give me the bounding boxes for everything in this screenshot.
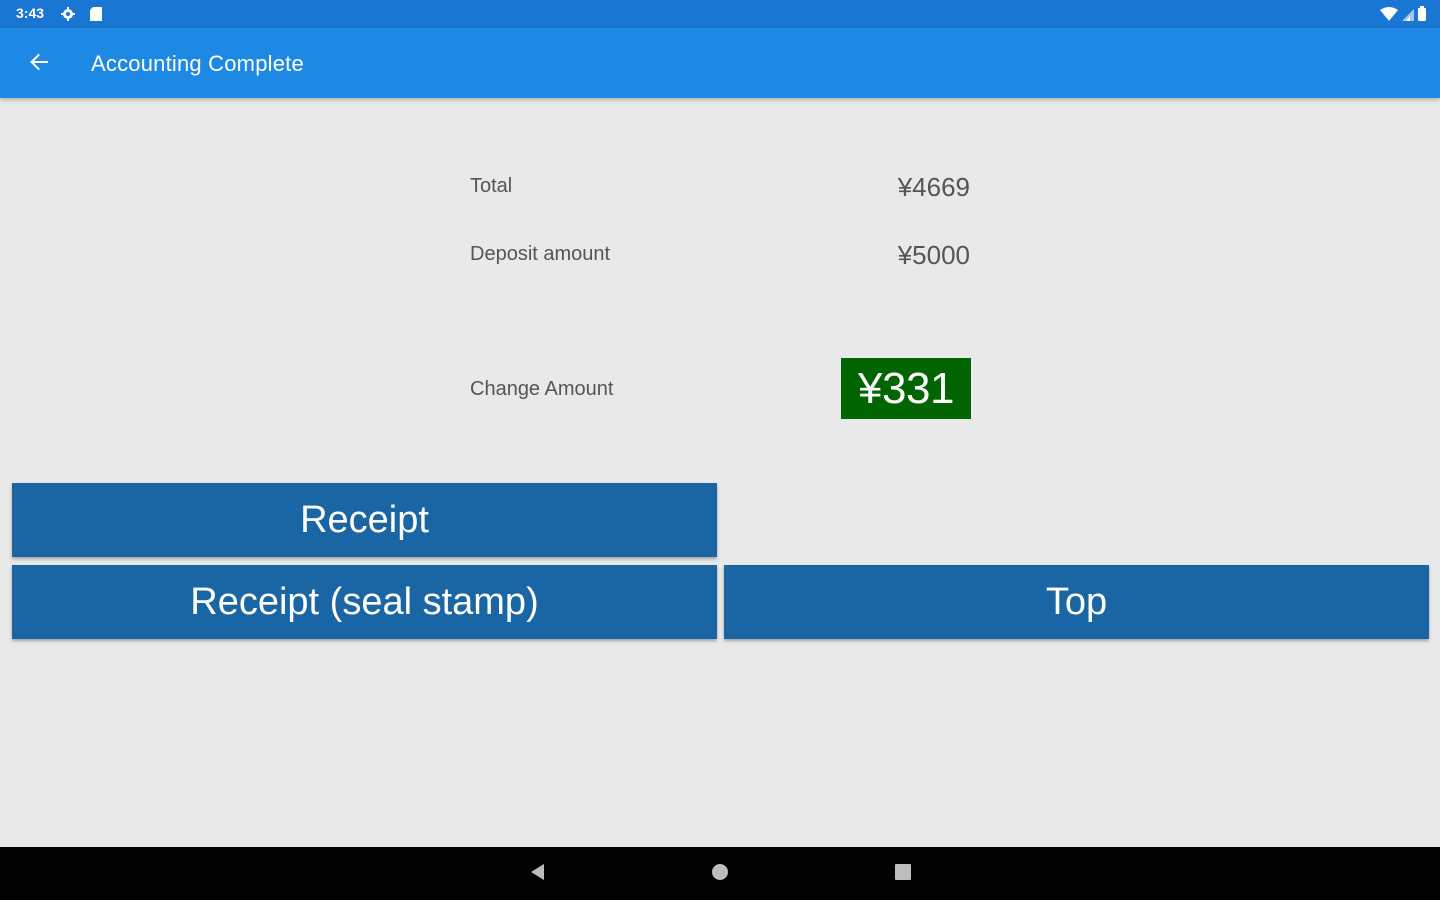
status-bar: 3:43 xyxy=(0,0,1440,28)
battery-icon xyxy=(1418,6,1426,26)
receipt-seal-stamp-button[interactable]: Receipt (seal stamp) xyxy=(12,565,717,639)
top-button[interactable]: Top xyxy=(724,565,1429,639)
sd-card-icon xyxy=(90,7,102,21)
status-time: 3:43 xyxy=(16,5,45,21)
status-indicators xyxy=(1380,6,1426,26)
nav-back-button[interactable] xyxy=(525,861,551,887)
arrow-back-icon xyxy=(28,51,50,78)
page-title: Accounting Complete xyxy=(91,51,304,76)
back-triangle-icon xyxy=(528,862,548,887)
gear-icon xyxy=(61,7,75,21)
total-label: Total xyxy=(470,175,513,197)
receipt-button[interactable]: Receipt xyxy=(12,483,717,557)
wifi-icon xyxy=(1380,6,1398,26)
change-value: ¥331 xyxy=(841,358,971,419)
deposit-value: ¥5000 xyxy=(897,240,970,270)
signal-icon xyxy=(1402,7,1414,26)
nav-recents-button[interactable] xyxy=(890,861,916,887)
change-label: Change Amount xyxy=(470,378,614,400)
nav-home-button[interactable] xyxy=(707,861,733,887)
recents-square-icon xyxy=(893,862,913,887)
deposit-label: Deposit amount xyxy=(470,243,611,265)
app-bar: Accounting Complete xyxy=(0,28,1440,98)
system-nav-bar xyxy=(0,847,1440,900)
back-button[interactable] xyxy=(22,47,56,81)
total-value: ¥4669 xyxy=(897,172,970,202)
home-circle-icon xyxy=(710,862,730,887)
